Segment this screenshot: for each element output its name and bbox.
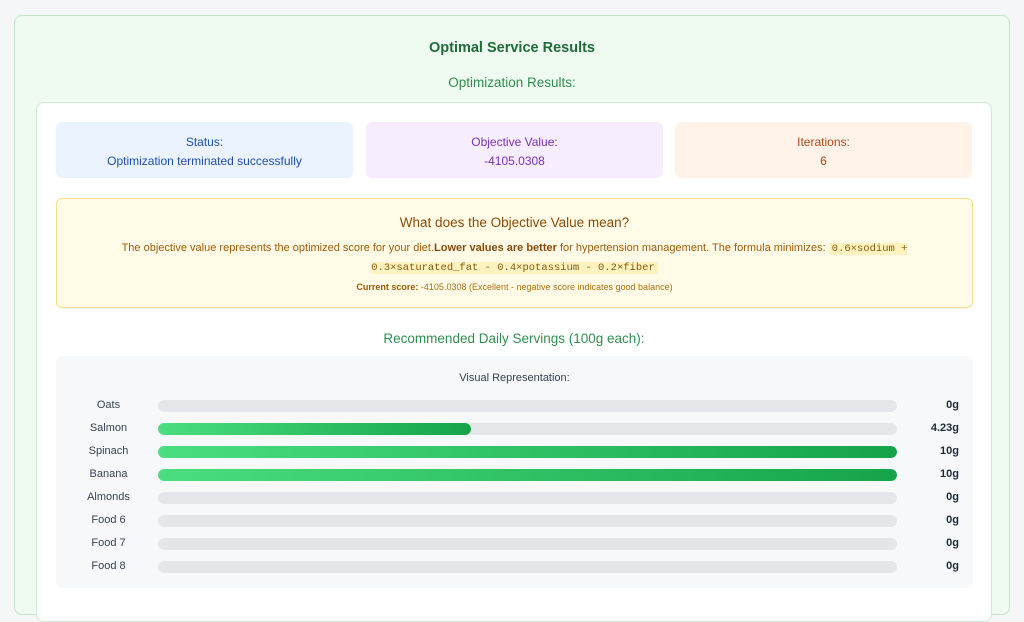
serving-row: Salmon 4.23g [56, 419, 973, 439]
serving-bar-track [158, 446, 897, 458]
status-label: Status: [185, 135, 224, 149]
explanation-text: The objective value represents the optim… [87, 239, 942, 277]
objective-label: Objective Value: [471, 135, 558, 149]
serving-row: Banana 10g [56, 465, 973, 485]
serving-row: Almonds 0g [56, 488, 973, 508]
food-name: Spinach [88, 445, 129, 457]
food-name: Oats [96, 399, 121, 411]
serving-bar-track [158, 538, 897, 550]
explanation-bold-phrase: Lower values are better [434, 242, 557, 254]
serving-row: Food 8 0g [56, 557, 973, 577]
food-name: Salmon [89, 422, 128, 434]
section-subtitle: Optimization Results: [448, 75, 576, 90]
serving-amount: 0g [946, 514, 959, 526]
objective-card: Objective Value: -4105.0308 [366, 122, 663, 178]
serving-amount: 0g [946, 560, 959, 572]
serving-amount: 10g [940, 445, 959, 457]
food-name: Food 7 [91, 537, 126, 549]
iterations-value: 6 [820, 154, 827, 168]
serving-amount: 0g [946, 537, 959, 549]
objective-value: -4105.0308 [484, 154, 545, 168]
servings-title: Recommended Daily Servings (100g each): [383, 331, 645, 346]
explanation-text-after: for hypertension management. The formula… [556, 242, 829, 254]
status-card: Status: Optimization terminated successf… [56, 122, 353, 178]
visual-title: Visual Representation: [459, 372, 570, 384]
explanation-heading: What does the Objective Value mean? [399, 215, 630, 230]
serving-bar-fill [158, 423, 471, 435]
current-score-label: Current score: [356, 282, 419, 292]
results-container: Status: Optimization terminated successf… [36, 102, 992, 622]
serving-row: Food 6 0g [56, 511, 973, 531]
status-value: Optimization terminated successfully [107, 154, 302, 168]
servings-visual: Visual Representation: Oats 0g Salmon 4.23g… [56, 356, 973, 588]
serving-amount: 0g [946, 399, 959, 411]
food-name: Food 8 [91, 560, 126, 572]
page-title: Optimal Service Results [428, 40, 595, 56]
serving-bar-track [158, 561, 897, 573]
serving-amount: 10g [940, 468, 959, 480]
serving-bar-track [158, 469, 897, 481]
objective-explanation: What does the Objective Value mean? The … [56, 198, 973, 308]
results-panel: Optimal Service Results Optimization Res… [14, 15, 1010, 622]
serving-bar-track [158, 400, 897, 412]
food-name: Banana [89, 468, 128, 480]
serving-row: Food 7 0g [56, 534, 973, 554]
explanation-text-before: The objective value represents the optim… [121, 242, 435, 254]
food-name: Food 6 [91, 514, 126, 526]
food-name: Almonds [87, 491, 130, 503]
iterations-card: Iterations: 6 [675, 122, 972, 178]
serving-bar-track [158, 515, 897, 527]
serving-bar-fill [158, 446, 897, 458]
current-score: Current score: -4105.0308 (Excellent - n… [57, 282, 972, 292]
iterations-label: Iterations: [797, 135, 850, 149]
serving-row: Spinach 10g [56, 442, 973, 462]
serving-amount: 4.23g [930, 422, 959, 434]
serving-bar-fill [158, 469, 897, 481]
serving-bar-track [158, 423, 897, 435]
serving-amount: 0g [946, 491, 959, 503]
current-score-text: -4105.0308 (Excellent - negative score i… [418, 282, 673, 292]
serving-bar-track [158, 492, 897, 504]
serving-row: Oats 0g [56, 396, 973, 416]
